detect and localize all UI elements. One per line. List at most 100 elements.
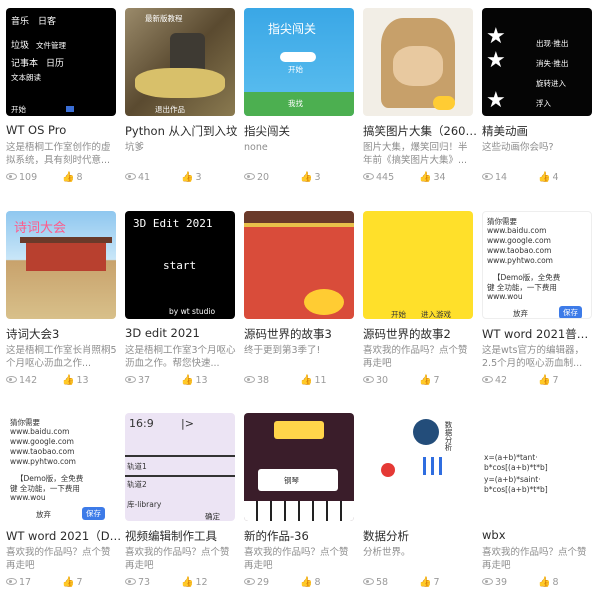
cloud-shape (280, 52, 316, 62)
thumb-label: 浮入 (536, 99, 551, 108)
thumb-label: 我找 (288, 99, 303, 108)
bar-mark (423, 457, 426, 475)
work-title[interactable]: Python 从入门到入坟 (125, 123, 241, 139)
bar-mark (439, 457, 442, 475)
views-value: 20 (257, 172, 270, 183)
thumb-label: 16:9 (129, 417, 154, 430)
work-stats: 109 👍 8 (6, 172, 118, 186)
eye-icon (125, 173, 136, 180)
palace-building (26, 241, 106, 271)
eye-icon (363, 578, 374, 585)
confirm-button[interactable]: 确定 (205, 511, 220, 521)
star-icon: ★ (486, 48, 506, 73)
work-title[interactable]: wbx (482, 528, 598, 542)
views-count: 17 (6, 577, 31, 588)
thumb-label: 旋转进入 (536, 79, 566, 88)
palace-roof (244, 211, 354, 223)
likes-count: 👍 4 (538, 172, 559, 183)
work-description: 这是wts官方的编辑器，2.5个月的呕心沥血制... (482, 345, 584, 369)
thumb-label: www.taobao.com (10, 447, 75, 456)
work-description: 终于更到第3季了! (244, 345, 321, 356)
eye-icon (363, 376, 374, 383)
toggle-icon (433, 96, 455, 110)
work-description: 分析世界。 (363, 547, 411, 558)
thumb-label: 进入游戏 (421, 310, 451, 319)
save-button[interactable]: 保存 (82, 507, 105, 520)
work-thumbnail[interactable]: ★ ★ ★ 出现·推出 消失·推出 旋转进入 浮入 (482, 8, 592, 116)
work-title[interactable]: WT OS Pro (6, 123, 122, 137)
thumb-label: 退出作品 (155, 105, 185, 114)
likes-count: 👍 12 (181, 577, 208, 588)
work-title[interactable]: 诗词大会3 (6, 326, 122, 342)
track-line (125, 455, 235, 457)
thumb-label: 消失·推出 (536, 59, 569, 68)
work-title[interactable]: 源码世界的故事3 (244, 326, 360, 342)
views-value: 58 (376, 577, 389, 588)
give-up-button[interactable]: 放弃 (513, 308, 528, 318)
thumb-label: www.pyhtwo.com (10, 457, 76, 466)
work-title[interactable]: 视频编辑制作工具 (125, 528, 241, 544)
give-up-button[interactable]: 放弃 (36, 509, 51, 520)
save-button[interactable]: 保存 (559, 306, 582, 318)
likes-count: 👍 8 (538, 577, 559, 588)
thumbs-up-icon: 👍 (538, 577, 551, 588)
views-count: 142 (6, 375, 37, 386)
work-thumbnail[interactable]: 音乐 日客 垃圾 文件管理 记事本 日历 文本朗读 开始 (6, 8, 116, 116)
work-thumbnail[interactable]: 3D Edit 2021 start by wt studio (125, 211, 235, 319)
work-title[interactable]: WT word 2021（Demo版） (6, 528, 122, 544)
thumb-label: 垃圾 (11, 41, 30, 51)
work-title[interactable]: 指尖闯关 (244, 123, 360, 139)
views-value: 445 (376, 172, 395, 183)
thumb-label: 3D Edit 2021 (133, 217, 213, 230)
views-value: 30 (376, 375, 389, 386)
work-title[interactable]: 源码世界的故事2 (363, 326, 479, 342)
work-title[interactable]: WT word 2021普及版 (482, 326, 598, 342)
work-thumbnail[interactable]: 数据分析 (363, 413, 473, 521)
work-thumbnail[interactable] (244, 211, 354, 319)
thumb-label: 日客 (38, 17, 57, 27)
thumbs-up-icon: 👍 (300, 172, 313, 183)
thumb-label: 最新版教程 (145, 14, 183, 23)
work-description: 喜欢我的作品吗？点个赞再走吧 (363, 345, 468, 369)
work-thumbnail[interactable]: 开始 进入游戏 (363, 211, 473, 319)
work-title[interactable]: 精美动画 (482, 123, 598, 139)
work-thumbnail[interactable]: 最新版教程 退出作品 (125, 8, 235, 116)
work-thumbnail[interactable]: 猜你需要 www.baidu.com www.google.com www.ta… (6, 413, 116, 521)
likes-count: 👍 7 (419, 577, 440, 588)
portrait-face (393, 46, 443, 86)
work-title[interactable]: 搞笑图片大集（2606张） (363, 123, 479, 139)
work-title[interactable]: 3D edit 2021 (125, 326, 241, 340)
snake-coil (135, 68, 225, 98)
work-thumbnail[interactable]: 诗词大会 (6, 211, 116, 319)
work-title[interactable]: 数据分析 (363, 528, 479, 544)
thumbs-up-icon: 👍 (538, 375, 551, 386)
thumbs-up-icon: 👍 (181, 172, 194, 183)
thumbs-up-icon: 👍 (419, 375, 432, 386)
thumb-label: 开始 (288, 65, 303, 74)
work-thumbnail[interactable]: 猜你需要 www.baidu.com www.google.com www.ta… (482, 211, 592, 319)
views-value: 142 (19, 375, 38, 386)
work-thumbnail[interactable]: x=(a+b)*tant· b*cos[(a+b)*t*b] y=(a+b)*s… (482, 413, 592, 521)
thumb-label: x=(a+b)*tant· b*cos[(a+b)*t*b] (484, 453, 548, 472)
work-thumbnail[interactable] (363, 8, 473, 116)
work-title[interactable]: 新的作品-36 (244, 528, 360, 544)
work-description: 喜欢我的作品吗？点个赞再走吧 (482, 547, 587, 571)
views-value: 109 (19, 172, 38, 183)
work-stats: 37 👍 13 (125, 375, 237, 389)
thumbs-up-icon: 👍 (62, 172, 75, 183)
eye-icon (6, 578, 17, 585)
views-value: 39 (495, 577, 508, 588)
likes-value: 3 (195, 172, 202, 183)
work-stats: 142 👍 13 (6, 375, 118, 389)
work-description: 这是梧桐工作室创作的虚拟系统，具有刻时代意... (6, 142, 111, 166)
play-button[interactable]: |> (181, 417, 194, 430)
work-thumbnail[interactable]: 指尖闯关 开始 我找 (244, 8, 354, 116)
work-stats: 58 👍 7 (363, 577, 475, 591)
work-description: 这是梧桐工作室长肖照桐5个月呕心沥血之作... (6, 345, 117, 369)
eye-icon (6, 376, 17, 383)
thumb-label: 开始 (11, 105, 26, 114)
thumb-label: 钢琴 (284, 476, 299, 485)
thumb-label: 文件管理 (36, 41, 66, 50)
work-thumbnail[interactable]: 16:9 |> 轨道1 轨道2 库-library 确定 (125, 413, 235, 521)
work-thumbnail[interactable]: 钢琴 (244, 413, 354, 521)
